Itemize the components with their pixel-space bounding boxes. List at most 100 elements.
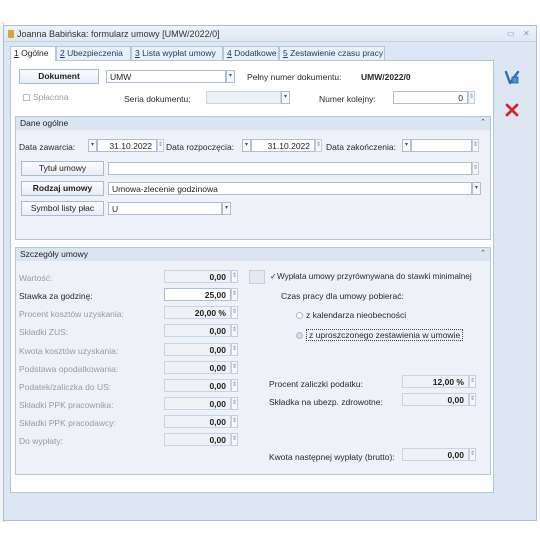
procent-zaliczki-field[interactable]: 12,00 % [402,375,469,388]
calculator-icon[interactable] [249,270,265,284]
numer-kolejny-field[interactable]: 0 [393,91,468,104]
procent-zaliczki-spinner[interactable]: ⇕ [469,375,476,388]
data-rozpoczecia-spinner[interactable]: ⇕ [315,139,322,152]
skladka-zdrowotne-spinner[interactable]: ⇕ [469,393,476,406]
radio-kalendarz[interactable] [296,312,303,319]
save-icon [504,70,520,85]
dokument-field[interactable]: UMW [106,70,226,83]
minimize-icon[interactable]: ▭ [507,29,515,38]
symbol-listy-plac-dropdown-icon[interactable]: ▾ [222,202,231,215]
dokument-button[interactable]: Dokument [19,69,99,84]
save-button[interactable] [500,65,524,89]
tab-zestawienie-czasu[interactable]: 5 Zestawienie czasu pracy [279,46,385,60]
szczegoly-row-spinner[interactable]: ⇕ [231,306,238,319]
tab-label: Ogólne [18,48,49,58]
szczegoly-row-label: Wartość: [19,273,53,283]
szczegoly-row-label: Stawka za godzinę: [19,291,93,301]
close-icon[interactable]: ✕ [523,29,530,38]
section-body: Wartość: 0,00 ⇕ Stawka za godzinę: 25,00 ⇕ Pro… [16,261,490,474]
szczegoly-row-field[interactable]: 0,00 [164,270,231,283]
szczegoly-row-spinner[interactable]: ⇕ [231,361,238,374]
szczegoly-row-spinner[interactable]: ⇕ [231,270,238,283]
szczegoly-row-field[interactable]: 20,00 % [164,306,231,319]
dokument-dropdown-icon[interactable]: ▾ [226,70,235,83]
szczegoly-row-spinner[interactable]: ⇕ [231,324,238,337]
tytul-umowy-button[interactable]: Tytuł umowy [21,161,104,176]
tab-label: Dodatkowe [231,48,277,58]
rodzaj-umowy-dropdown-icon[interactable]: ▾ [472,182,481,195]
section-title: Szczegóły umowy [20,249,89,259]
splacona-label: Spłacona [33,92,69,102]
szczegoly-row-field[interactable]: 0,00 [164,379,231,392]
data-zawarcia-field[interactable]: 31.10.2022 [97,139,157,152]
numer-kolejny-label: Numer kolejny: [319,94,376,104]
szczegoly-umowy-section: Szczegóły umowy ⌃ Wartość: 0,00 ⇕ Stawka za… [15,247,491,475]
symbol-listy-plac-button[interactable]: Symbol listy płac [21,201,104,216]
szczegoly-row-field[interactable]: 0,00 [164,343,231,356]
collapse-icon[interactable]: ⌃ [480,118,486,126]
cancel-icon [505,103,519,117]
symbol-listy-plac-field[interactable]: U [108,202,222,215]
tab-ogolne[interactable]: 1 Ogólne [10,46,56,61]
szczegoly-row-field[interactable]: 0,00 [164,415,231,428]
szczegoly-row-label: Podatek/zaliczka do US: [19,382,112,392]
szczegoly-row-label: Składki PPK pracownika: [19,400,114,410]
szczegoly-row-spinner[interactable]: ⇕ [231,288,238,301]
przyrownywana-checkmark-icon[interactable]: ✓ [270,272,277,281]
tab-dodatkowe[interactable]: 4 Dodatkowe [223,46,279,60]
data-zawarcia-label: Data zawarcia: [19,142,76,152]
radio-zestawienie-label: z uproszczonego zestawienia w umowie [306,329,464,341]
seria-field[interactable] [206,91,281,104]
szczegoly-row-field[interactable]: 25,00 [164,288,231,301]
tytul-umowy-spinner[interactable]: ⇕ [472,162,479,175]
szczegoly-row-spinner[interactable]: ⇕ [231,397,238,410]
szczegoly-row-field[interactable]: 0,00 [164,397,231,410]
szczegoly-row-label: Procent kosztów uzyskania: [19,309,124,319]
section-header: Dane ogólne ⌃ [16,117,490,130]
szczegoly-row-label: Kwota kosztów uzyskania: [19,346,119,356]
tytul-umowy-field[interactable] [108,162,472,175]
data-zakonczenia-field[interactable] [411,139,472,152]
kwota-nastepnej-spinner[interactable]: ⇕ [469,448,476,461]
dane-ogolne-section: Dane ogólne ⌃ Data zawarcia: ▾ 31.10.202… [15,116,491,240]
radio-zestawienie[interactable] [296,332,303,339]
szczegoly-row-label: Składki PPK pracodawcy: [19,418,116,428]
tab-ubezpieczenia[interactable]: 2 Ubezpieczenia [56,46,131,60]
numer-kolejny-spinner[interactable]: ⇕ [468,91,475,104]
szczegoly-row-spinner[interactable]: ⇕ [231,433,238,446]
seria-label: Seria dokumentu: [124,94,191,104]
szczegoly-row-spinner[interactable]: ⇕ [231,379,238,392]
rodzaj-umowy-button[interactable]: Rodzaj umowy [21,181,104,196]
kwota-nastepnej-field[interactable]: 0,00 [402,448,469,461]
skladka-zdrowotne-field[interactable]: 0,00 [402,393,469,406]
data-rozpoczecia-label: Data rozpoczęcia: [166,142,235,152]
data-rozpoczecia-dropdown-icon[interactable]: ▾ [242,139,251,152]
procent-zaliczki-label: Procent zaliczki podatku: [269,379,364,389]
collapse-icon[interactable]: ⌃ [480,249,486,257]
seria-dropdown-icon[interactable]: ▾ [281,91,290,104]
tab-label: Lista wypłat umowy [139,48,216,58]
radio-kalendarz-label: z kalendarza nieobecności [306,310,407,320]
data-zakonczenia-dropdown-icon[interactable]: ▾ [402,139,411,152]
rodzaj-umowy-field[interactable]: Umowa-zlecenie godzinowa [108,182,472,195]
data-zawarcia-dropdown-icon[interactable]: ▾ [88,139,97,152]
data-rozpoczecia-field[interactable]: 31.10.2022 [251,139,315,152]
tab-label: Ubezpieczenia [64,48,123,58]
splacona-checkbox[interactable] [23,94,30,101]
data-zawarcia-spinner[interactable]: ⇕ [157,139,164,152]
data-zakonczenia-label: Data zakończenia: [326,142,396,152]
szczegoly-row-spinner[interactable]: ⇕ [231,343,238,356]
window-footer [4,496,536,520]
contract-form-window: Joanna Babińska: formularz umowy [UMW/20… [3,25,537,521]
szczegoly-row-spinner[interactable]: ⇕ [231,415,238,428]
szczegoly-row-field[interactable]: 0,00 [164,324,231,337]
kwota-nastepnej-label: Kwota następnej wypłaty (brutto): [269,452,395,462]
section-header: Szczegóły umowy ⌃ [16,248,490,261]
cancel-button[interactable] [500,98,524,122]
szczegoly-row-field[interactable]: 0,00 [164,433,231,446]
window-title: Joanna Babińska: formularz umowy [UMW/20… [17,29,220,39]
pelny-numer-value: UMW/2022/0 [361,72,411,82]
data-zakonczenia-spinner[interactable]: ⇕ [472,139,479,152]
szczegoly-row-field[interactable]: 0,00 [164,361,231,374]
tab-lista-wyplat[interactable]: 3 Lista wypłat umowy [131,46,223,60]
